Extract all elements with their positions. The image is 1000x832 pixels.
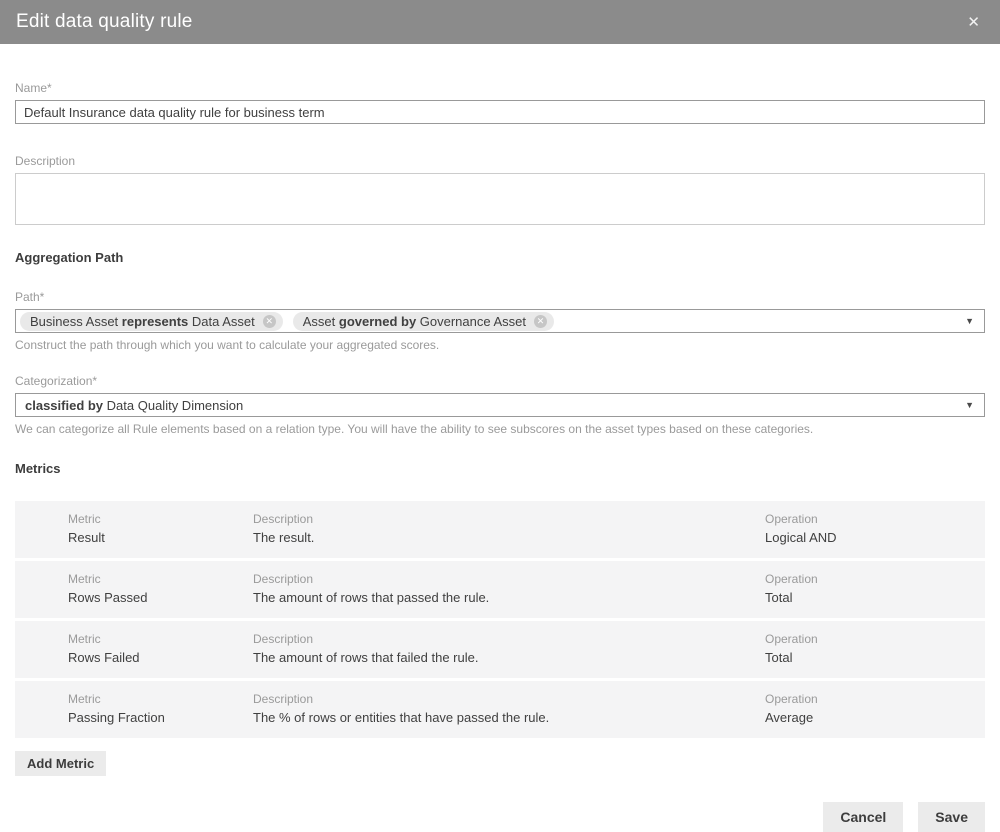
- dialog-body: Name* Description Aggregation Path Path*…: [0, 44, 1000, 776]
- remove-tag-icon[interactable]: ✕: [534, 315, 547, 328]
- name-label: Name*: [15, 81, 985, 95]
- metric-description: The % of rows or entities that have pass…: [253, 710, 765, 725]
- path-tag: Business Asset represents Data Asset ✕: [20, 312, 283, 331]
- description-column-label: Description: [253, 632, 765, 646]
- operation-column-label: Operation: [765, 572, 975, 586]
- path-tag-relation: governed by: [339, 314, 416, 329]
- description-label: Description: [15, 154, 985, 168]
- path-label: Path*: [15, 290, 985, 304]
- dialog-footer: Cancel Save: [0, 802, 1000, 832]
- description-input[interactable]: [15, 173, 985, 225]
- metric-row: Metric Result Description The result. Op…: [15, 501, 985, 558]
- chevron-down-icon[interactable]: ▼: [965, 401, 974, 410]
- metric-operation: Total: [765, 590, 975, 605]
- metric-column-label: Metric: [68, 632, 253, 646]
- operation-cell: Operation Logical AND: [765, 512, 975, 545]
- metric-column-label: Metric: [68, 692, 253, 706]
- path-tag-text: Data Asset: [188, 314, 254, 329]
- operation-column-label: Operation: [765, 692, 975, 706]
- metric-row: Metric Rows Passed Description The amoun…: [15, 561, 985, 618]
- path-tag-text: Governance Asset: [416, 314, 526, 329]
- operation-column-label: Operation: [765, 632, 975, 646]
- metric-column-label: Metric: [68, 572, 253, 586]
- metric-description: The amount of rows that failed the rule.: [253, 650, 765, 665]
- metric-cell: Metric Passing Fraction: [68, 692, 253, 725]
- name-input[interactable]: [15, 100, 985, 124]
- metric-name: Rows Failed: [68, 650, 253, 665]
- categorization-value: classified by Data Quality Dimension: [20, 398, 243, 413]
- path-tag-text: Asset: [303, 314, 339, 329]
- categorization-label: Categorization*: [15, 374, 985, 388]
- description-column-label: Description: [253, 512, 765, 526]
- metric-description: The amount of rows that passed the rule.: [253, 590, 765, 605]
- metric-description: The result.: [253, 530, 765, 545]
- description-cell: Description The result.: [253, 512, 765, 545]
- path-select[interactable]: Business Asset represents Data Asset ✕ As…: [15, 309, 985, 333]
- description-column-label: Description: [253, 572, 765, 586]
- chevron-down-icon[interactable]: ▼: [965, 317, 974, 326]
- path-tag: Asset governed by Governance Asset ✕: [293, 312, 554, 331]
- path-tag-text: Business Asset: [30, 314, 122, 329]
- metric-row: Metric Passing Fraction Description The …: [15, 681, 985, 738]
- description-cell: Description The amount of rows that fail…: [253, 632, 765, 665]
- metrics-heading: Metrics: [15, 461, 985, 476]
- metric-name: Passing Fraction: [68, 710, 253, 725]
- operation-cell: Operation Total: [765, 632, 975, 665]
- operation-cell: Operation Average: [765, 692, 975, 725]
- edit-data-quality-rule-dialog: Edit data quality rule ✕ Name* Descripti…: [0, 0, 1000, 790]
- save-button[interactable]: Save: [918, 802, 985, 832]
- operation-column-label: Operation: [765, 512, 975, 526]
- metric-cell: Metric Result: [68, 512, 253, 545]
- metric-operation: Average: [765, 710, 975, 725]
- close-icon[interactable]: ✕: [963, 11, 984, 34]
- metric-operation: Logical AND: [765, 530, 975, 545]
- metrics-list: Metric Result Description The result. Op…: [15, 501, 985, 738]
- add-metric-button[interactable]: Add Metric: [15, 751, 106, 776]
- operation-cell: Operation Total: [765, 572, 975, 605]
- description-cell: Description The % of rows or entities th…: [253, 692, 765, 725]
- metric-column-label: Metric: [68, 512, 253, 526]
- remove-tag-icon[interactable]: ✕: [263, 315, 276, 328]
- cancel-button[interactable]: Cancel: [823, 802, 903, 832]
- metric-cell: Metric Rows Passed: [68, 572, 253, 605]
- dialog-header: Edit data quality rule ✕: [0, 0, 1000, 44]
- metric-row: Metric Rows Failed Description The amoun…: [15, 621, 985, 678]
- metric-name: Rows Passed: [68, 590, 253, 605]
- path-help-text: Construct the path through which you wan…: [15, 338, 985, 352]
- metric-operation: Total: [765, 650, 975, 665]
- aggregation-path-heading: Aggregation Path: [15, 250, 985, 265]
- metric-cell: Metric Rows Failed: [68, 632, 253, 665]
- description-cell: Description The amount of rows that pass…: [253, 572, 765, 605]
- path-tag-relation: represents: [122, 314, 188, 329]
- metric-name: Result: [68, 530, 253, 545]
- categorization-select[interactable]: classified by Data Quality Dimension ▼: [15, 393, 985, 417]
- categorization-help-text: We can categorize all Rule elements base…: [15, 422, 985, 436]
- description-column-label: Description: [253, 692, 765, 706]
- dialog-title: Edit data quality rule: [16, 11, 193, 33]
